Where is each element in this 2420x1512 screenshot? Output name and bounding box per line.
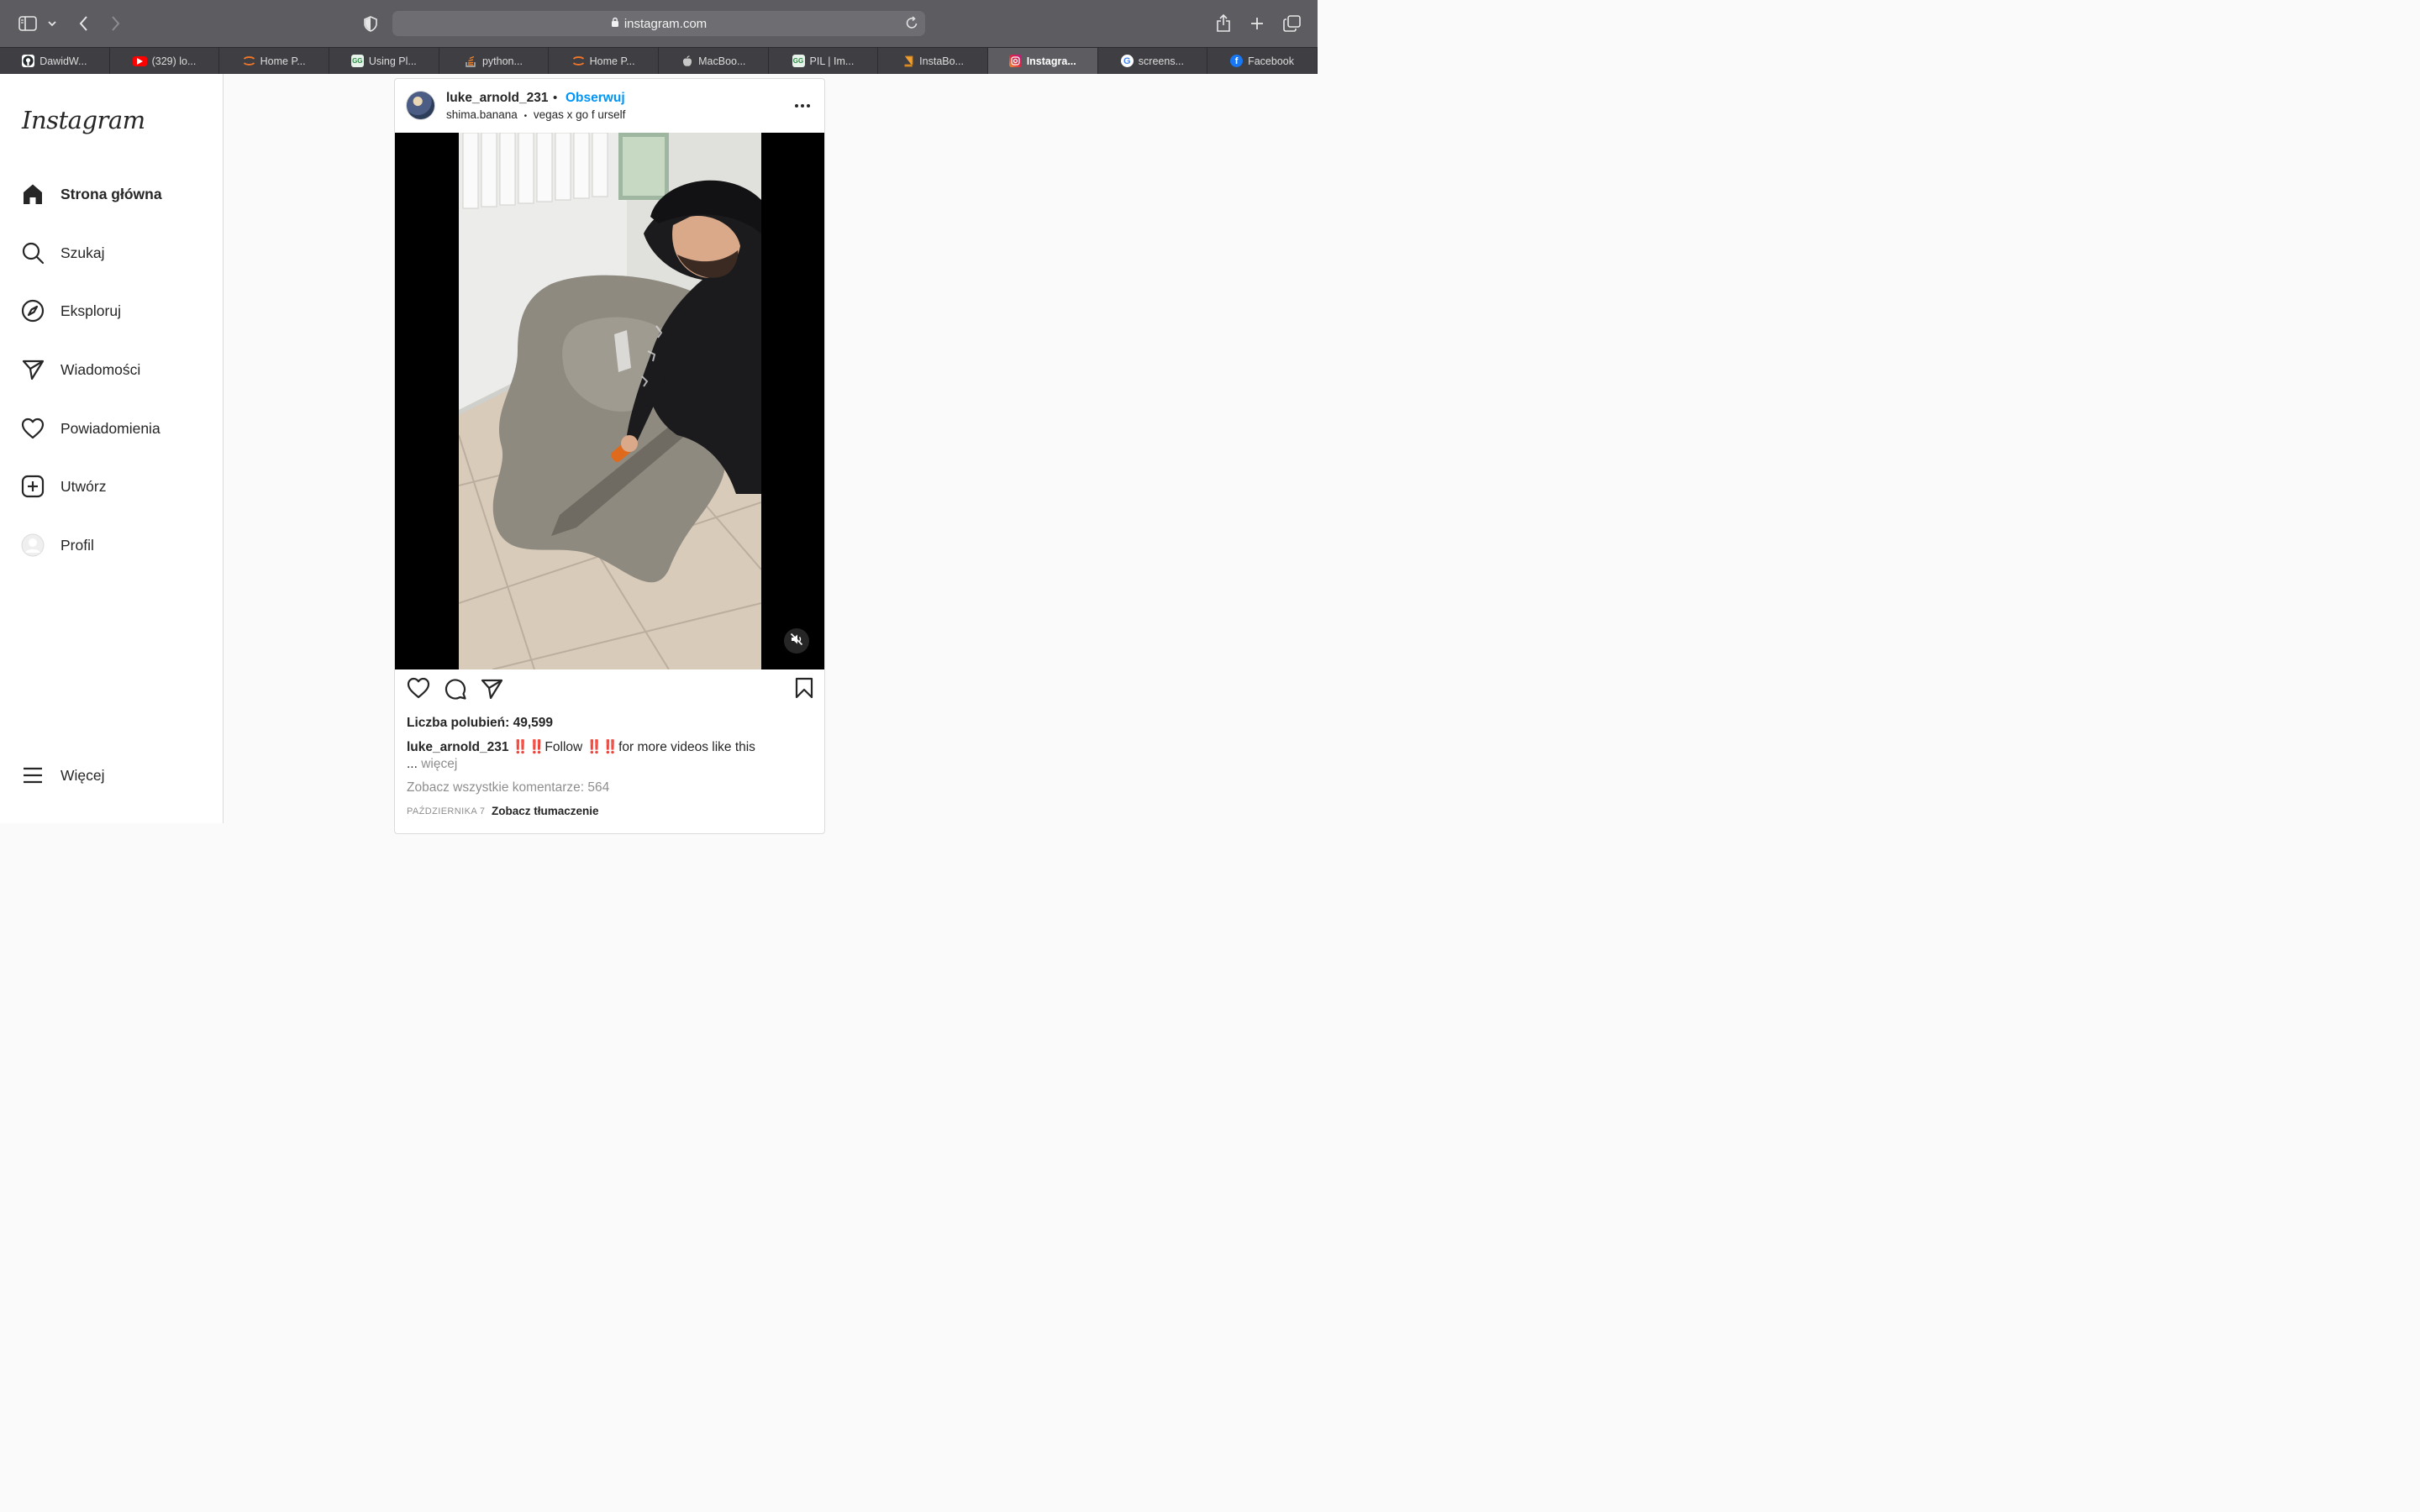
- like-heart-icon[interactable]: [407, 677, 430, 703]
- back-icon[interactable]: [76, 14, 91, 33]
- facebook-icon: f: [1230, 55, 1244, 67]
- post-author-avatar[interactable]: [406, 91, 435, 120]
- feed-post: luke_arnold_231 • Obserwuj shima.banana …: [394, 78, 825, 834]
- likes-count[interactable]: Liczba polubień: 49,599: [407, 716, 553, 731]
- mute-button[interactable]: [784, 628, 809, 654]
- audio-track: vegas x go f urself: [533, 108, 626, 121]
- send-icon: [20, 357, 45, 382]
- nav-more[interactable]: Więcej: [20, 759, 105, 792]
- sidebar-toggle-icon[interactable]: [18, 14, 37, 33]
- plus-square-icon: [20, 474, 45, 499]
- post-actions: [395, 677, 824, 705]
- instagram-icon: [1008, 55, 1022, 67]
- nav-explore[interactable]: Eksploruj: [20, 294, 121, 328]
- comment-icon[interactable]: [444, 677, 467, 705]
- post-video[interactable]: [395, 133, 824, 669]
- separator-dot: •: [553, 91, 558, 105]
- forward-icon[interactable]: [108, 14, 123, 33]
- privacy-shield-icon[interactable]: [362, 14, 379, 33]
- tab[interactable]: InstaBo...: [878, 48, 988, 74]
- view-all-comments-link[interactable]: Zobacz wszystkie komentarze: 564: [407, 780, 609, 795]
- caption-text: Follow: [544, 740, 583, 754]
- caption-username[interactable]: luke_arnold_231: [407, 740, 508, 754]
- reload-icon[interactable]: [906, 16, 918, 33]
- instagram-sidebar: Instagram Strona główna Szukaj Eksploruj…: [0, 74, 224, 823]
- more-options-icon[interactable]: [794, 97, 811, 113]
- heart-icon: [20, 416, 45, 441]
- tab[interactable]: GG PIL | Im...: [769, 48, 879, 74]
- address-bar[interactable]: instagram.com: [392, 11, 925, 36]
- nav-home[interactable]: Strona główna: [20, 177, 162, 211]
- nav-search[interactable]: Szukaj: [20, 236, 105, 270]
- tab[interactable]: DawidW...: [0, 48, 110, 74]
- follow-button[interactable]: Obserwuj: [566, 91, 625, 106]
- post-header: luke_arnold_231 • Obserwuj shima.banana …: [395, 79, 824, 133]
- muted-speaker-icon: [790, 633, 803, 650]
- book-icon: [902, 55, 914, 67]
- tab[interactable]: f Facebook: [1207, 48, 1318, 74]
- jupyter-icon: [243, 55, 255, 67]
- tab-bar: DawidW... (329) lo... Home P... GG Using …: [0, 47, 1318, 74]
- nav-profile[interactable]: Profil: [20, 528, 94, 562]
- tab[interactable]: python...: [439, 48, 550, 74]
- apple-icon: [681, 55, 693, 67]
- caption-more-link[interactable]: więcej: [421, 757, 457, 771]
- github-icon: [22, 55, 35, 67]
- instagram-logo[interactable]: Instagram: [22, 106, 145, 134]
- post-date: PAŹDZIERNIKA 7: [407, 806, 486, 816]
- profile-avatar: [20, 533, 45, 558]
- geeksforgeeks-icon: GG: [792, 55, 805, 67]
- tab[interactable]: (329) lo...: [110, 48, 220, 74]
- double-exclamation-emoji: ‼️‼️: [586, 740, 619, 754]
- compass-icon: [20, 298, 45, 323]
- google-icon: G: [1120, 55, 1134, 67]
- caption-ellipsis: ...: [407, 757, 418, 771]
- browser-toolbar: instagram.com: [0, 0, 1318, 47]
- nav-create[interactable]: Utwórz: [20, 470, 106, 503]
- tab-active[interactable]: Instagra...: [987, 48, 1098, 74]
- jupyter-icon: [572, 55, 585, 67]
- post-author-username[interactable]: luke_arnold_231: [446, 91, 548, 106]
- tab[interactable]: Home P...: [219, 48, 329, 74]
- tab[interactable]: MacBoo...: [659, 48, 769, 74]
- see-translation-link[interactable]: Zobacz tłumaczenie: [492, 805, 599, 817]
- geeksforgeeks-icon: GG: [350, 55, 364, 67]
- tab-overview-icon[interactable]: [1282, 14, 1301, 33]
- lock-icon: [611, 17, 619, 31]
- double-exclamation-emoji: ‼️‼️: [512, 740, 545, 754]
- home-icon: [20, 181, 45, 207]
- post-audio-line[interactable]: shima.banana • vegas x go f urself: [446, 108, 625, 121]
- stackoverflow-icon: [465, 55, 477, 67]
- url-text: instagram.com: [623, 16, 708, 31]
- nav-messages[interactable]: Wiadomości: [20, 353, 140, 386]
- search-icon: [20, 240, 45, 265]
- bookmark-icon[interactable]: [795, 677, 813, 703]
- chevron-down-icon[interactable]: [47, 18, 57, 29]
- nav-notifications[interactable]: Powiadomienia: [20, 412, 160, 445]
- share-icon[interactable]: [1215, 13, 1232, 33]
- tab[interactable]: Gscreens...: [1098, 48, 1208, 74]
- youtube-icon: [132, 55, 147, 66]
- separator-dot: •: [523, 112, 528, 121]
- share-send-icon[interactable]: [480, 677, 503, 705]
- post-caption: luke_arnold_231 ‼️‼️Follow ‼️‼️for more …: [407, 739, 818, 773]
- tab[interactable]: Home P...: [549, 48, 659, 74]
- audio-user: shima.banana: [446, 108, 518, 121]
- tab[interactable]: GG Using Pl...: [329, 48, 439, 74]
- new-tab-icon[interactable]: [1249, 15, 1265, 32]
- video-frame: [459, 133, 761, 669]
- menu-icon: [20, 763, 45, 788]
- caption-text: for more videos like this: [618, 740, 755, 754]
